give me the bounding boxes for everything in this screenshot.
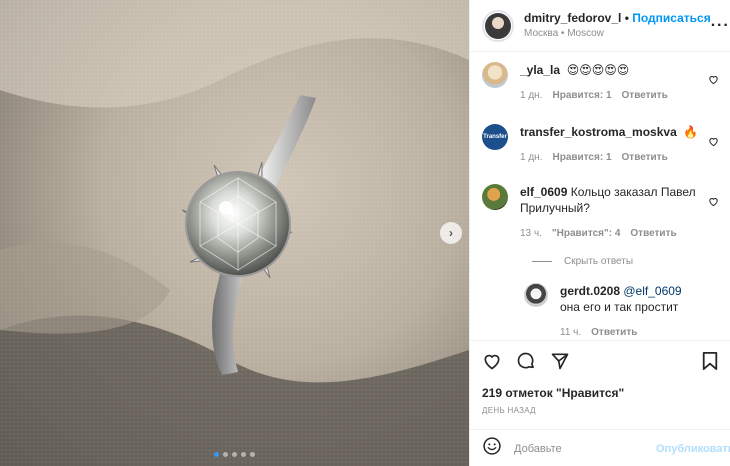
header-separator: • [624,10,629,25]
comment-likes[interactable]: Нравится: 1 [552,88,611,104]
comments-list[interactable]: _yla_la 😍😍😍😍😍 1 дн. Нравится: 1 Ответить… [470,52,730,340]
comment-username[interactable]: _yla_la [520,63,560,77]
comment-icon[interactable] [516,351,536,371]
carousel-dot [241,452,246,457]
next-photo-button[interactable]: › [440,222,462,244]
post-time[interactable]: ДЕНЬ НАЗАД [470,400,730,415]
comment-likes[interactable]: "Нравится": 4 [552,226,621,242]
post-actions [470,341,730,381]
heart-icon[interactable] [708,72,719,90]
follow-button[interactable]: Подписаться [632,11,710,25]
reply-item: gerdt.0208 @elf_0609 она его и так прост… [524,283,719,340]
comment-time[interactable]: 1 дн. [520,88,542,104]
comment-time[interactable]: 11 ч. [560,325,581,340]
hide-replies-label: Скрыть ответы [564,256,634,267]
comment-item: elf_0609 Кольцо заказал Павел Прилучный?… [482,184,719,242]
carousel-dot [232,452,237,457]
bookmark-icon[interactable] [701,351,719,371]
commenter-avatar[interactable] [482,62,508,88]
publish-button[interactable]: Опубликовать [656,443,730,455]
heart-icon[interactable] [708,194,719,212]
comment-likes[interactable]: Нравится: 1 [552,150,611,166]
heart-icon[interactable] [482,351,502,371]
more-horizontal-icon[interactable]: ··· [711,17,730,35]
comment-text: 🔥 [683,125,699,139]
comment-item: _yla_la 😍😍😍😍😍 1 дн. Нравится: 1 Ответить [482,62,719,104]
ring-photo-image [0,0,469,466]
likes-count[interactable]: 219 отметок "Нравится" [470,381,730,400]
reply-button[interactable]: Ответить [622,150,668,166]
comment-input[interactable] [514,442,656,455]
reply-button[interactable]: Ответить [591,325,637,340]
post-photo[interactable]: › [0,0,469,466]
reply-button[interactable]: Ответить [622,88,668,104]
author-avatar[interactable] [482,9,514,42]
add-comment-bar: Опубликовать [470,429,730,466]
carousel-dot [223,452,228,457]
hide-replies-line [532,261,552,262]
comment-item: Transfer transfer_kostroma_moskva 🔥 1 дн… [482,124,719,166]
post-location[interactable]: Москва • Moscow [524,26,711,41]
comment-username[interactable]: gerdt.0208 [560,284,620,298]
commenter-avatar[interactable] [524,283,548,307]
carousel-dot [214,452,219,457]
post-header: dmitry_fedorov_l • Подписаться Москва • … [470,0,730,52]
reply-mention[interactable]: @elf_0609 [623,284,681,298]
paper-plane-icon[interactable] [550,351,570,371]
comment-username[interactable]: transfer_kostroma_moskva [520,125,677,139]
comment-time[interactable]: 1 дн. [520,150,542,166]
comment-text: 😍😍😍😍😍 [566,63,630,77]
carousel-indicator [214,452,255,457]
chevron-right-icon: › [449,226,453,240]
heart-icon[interactable] [708,134,719,152]
comment-text: она его и так простит [560,300,679,314]
commenter-avatar[interactable]: Transfer [482,124,508,150]
emoji-icon[interactable] [482,436,502,461]
hide-replies-button[interactable]: Скрыть ответы [532,256,719,267]
comment-username[interactable]: elf_0609 [520,185,567,199]
author-username[interactable]: dmitry_fedorov_l [524,11,621,25]
reply-button[interactable]: Ответить [630,226,676,242]
carousel-dot [250,452,255,457]
post-details-panel: dmitry_fedorov_l • Подписаться Москва • … [469,0,730,466]
post-footer: 219 отметок "Нравится" ДЕНЬ НАЗАД Опубли… [470,340,730,455]
comment-time[interactable]: 13 ч. [520,226,542,242]
commenter-avatar[interactable] [482,184,508,210]
